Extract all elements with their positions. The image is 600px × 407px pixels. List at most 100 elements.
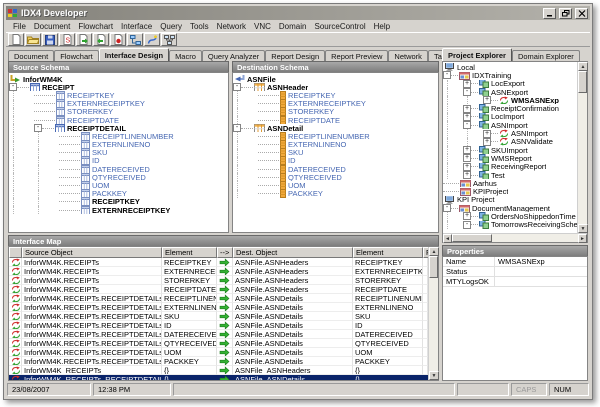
tree-item[interactable]: RECEIPTLINENUMBER xyxy=(9,132,228,140)
tree-item[interactable]: STORERKEY xyxy=(9,108,228,116)
expander-minus-icon[interactable]: - xyxy=(463,88,471,96)
expander-minus-icon[interactable]: - xyxy=(9,83,17,91)
expander-plus-icon[interactable]: + xyxy=(463,80,471,88)
expander-minus-icon[interactable]: - xyxy=(443,204,451,212)
tree-item[interactable]: -RECEIPT xyxy=(9,83,228,91)
expander-minus-icon[interactable]: - xyxy=(463,221,471,229)
expander-plus-icon[interactable]: + xyxy=(483,138,491,146)
expander-plus-icon[interactable]: + xyxy=(463,105,471,113)
menu-interface[interactable]: Interface xyxy=(117,22,156,31)
tree-item[interactable]: KPI Project xyxy=(443,196,577,204)
tree-item[interactable]: +LocExport xyxy=(443,80,577,88)
tab-flowchart[interactable]: Flowchart xyxy=(54,50,99,61)
menu-query[interactable]: Query xyxy=(156,22,186,31)
tree-item[interactable]: RECEIPTKEY xyxy=(233,91,438,99)
tab-network[interactable]: Network xyxy=(388,50,428,61)
expander-plus-icon[interactable]: + xyxy=(463,154,471,162)
tree-item[interactable]: ID xyxy=(9,157,228,165)
table-row[interactable]: InforWM4K.RECEIPTsSTORERKEYASNFile.ASNHe… xyxy=(9,276,428,285)
expander-plus-icon[interactable]: + xyxy=(483,96,491,104)
tree-item[interactable]: +LocImport xyxy=(443,113,577,121)
tree-item[interactable]: -ASNDetail xyxy=(233,124,438,132)
table-row[interactable]: InforWM4K.RECEIPTsEXTERNRECEIPTKEYASNFil… xyxy=(9,267,428,276)
column-header-[interactable]: --> xyxy=(217,247,233,258)
menu-file[interactable]: File xyxy=(9,22,30,31)
property-row[interactable]: MTYLogsOK xyxy=(443,277,587,287)
column-header-source-object[interactable]: Source Object xyxy=(22,247,162,258)
tree-item[interactable]: RECEIPTDATE xyxy=(233,116,438,124)
scroll-thumb[interactable] xyxy=(452,234,492,242)
menu-network[interactable]: Network xyxy=(213,22,250,31)
tree-item[interactable]: QTYRECEIVED xyxy=(233,173,438,181)
tree-item[interactable]: +WMSReport xyxy=(443,154,577,162)
tree-item[interactable]: +ASNImport xyxy=(443,129,577,137)
tree-item[interactable]: RECEIPTDATE xyxy=(9,116,228,124)
table-row[interactable]: InforWM4K.RECEIPTs.RECEIPTDETAILsEXTERNL… xyxy=(9,303,428,312)
expander-plus-icon[interactable]: + xyxy=(463,212,471,220)
tree-item[interactable]: RECEIPTLINENUMBER xyxy=(233,132,438,140)
tree-item[interactable]: DATERECEIVED xyxy=(9,165,228,173)
column-header-element[interactable]: Element xyxy=(353,247,423,258)
tab-macro[interactable]: Macro xyxy=(169,50,202,61)
tree-item[interactable]: -RECEIPTDETAIL xyxy=(9,124,228,132)
table-row[interactable]: InforWM4K.RECEIPTs.RECEIPTDETAILsPACKKEY… xyxy=(9,357,428,366)
close-button[interactable] xyxy=(575,8,588,19)
tree-item[interactable]: UOM xyxy=(233,181,438,189)
scroll-track[interactable] xyxy=(578,93,587,224)
map-vertical-scrollbar[interactable]: ▲ ▼ xyxy=(428,247,438,380)
tab-report-preview[interactable]: Report Preview xyxy=(325,50,388,61)
tree-item[interactable]: -ASNHeader xyxy=(233,83,438,91)
restore-button[interactable] xyxy=(559,8,572,19)
project-tree-horizontal-scrollbar[interactable]: ◄ ► xyxy=(443,233,587,242)
tree-item[interactable]: -IDXTraining xyxy=(443,71,577,79)
tree-item[interactable]: KPIProject xyxy=(443,187,577,195)
tree-item[interactable]: Local xyxy=(443,63,577,71)
tree-item[interactable]: RECEIPTKEY xyxy=(9,198,228,206)
save-button[interactable] xyxy=(42,33,58,46)
property-row[interactable]: Status xyxy=(443,267,587,277)
expander-plus-icon[interactable]: + xyxy=(463,171,471,179)
project-tree-vertical-scrollbar[interactable]: ▲ ▼ xyxy=(577,62,587,233)
tree-item[interactable]: +OrdersNoShippedonTime xyxy=(443,212,577,220)
document-error-button[interactable] xyxy=(110,33,126,46)
expander-plus-icon[interactable]: + xyxy=(463,163,471,171)
tree-item[interactable]: ASNFile xyxy=(233,75,438,83)
tab-project-explorer[interactable]: Project Explorer xyxy=(442,48,512,61)
tab-query-analyzer[interactable]: Query Analyzer xyxy=(202,50,265,61)
document-script-button[interactable]: S xyxy=(59,33,75,46)
menu-vnc[interactable]: VNC xyxy=(250,22,275,31)
scroll-up-icon[interactable]: ▲ xyxy=(578,62,588,71)
new-button[interactable] xyxy=(8,33,24,46)
tree-item[interactable]: EXTERNLINENO xyxy=(9,141,228,149)
tree-item[interactable]: InforWM4K xyxy=(9,75,228,83)
menu-tools[interactable]: Tools xyxy=(186,22,213,31)
property-value[interactable] xyxy=(495,277,587,286)
tree-item[interactable]: Aarhus xyxy=(443,179,577,187)
title-bar[interactable]: IDX4 Developer xyxy=(6,6,590,20)
table-row[interactable]: InforWM4K.RECEIPTs.RECEIPTDETAILsUOMASNF… xyxy=(9,348,428,357)
open-button[interactable] xyxy=(25,33,41,46)
scroll-right-icon[interactable]: ► xyxy=(578,234,587,243)
table-row[interactable]: InforWM4K.RECEIPTs.RECEIPTDETAILsSKUASNF… xyxy=(9,312,428,321)
scroll-track[interactable] xyxy=(429,278,438,371)
property-value[interactable] xyxy=(495,267,587,276)
scroll-track[interactable] xyxy=(492,234,578,242)
tree-item[interactable]: +ASNValidate xyxy=(443,138,577,146)
scroll-down-icon[interactable]: ▼ xyxy=(578,224,588,233)
menu-document[interactable]: Document xyxy=(30,22,74,31)
tree-item[interactable]: PACKKEY xyxy=(9,190,228,198)
menu-sourcecontrol[interactable]: SourceControl xyxy=(310,22,369,31)
table-row[interactable]: InforWM4K.RECEIPTsRECEIPTDATEASNFile.ASN… xyxy=(9,285,428,294)
property-row[interactable]: NameWMSASNExp xyxy=(443,257,587,267)
menu-domain[interactable]: Domain xyxy=(275,22,311,31)
expander-minus-icon[interactable]: - xyxy=(463,121,471,129)
property-value[interactable]: WMSASNExp xyxy=(495,257,587,266)
tree-item[interactable]: EXTERNLINENO xyxy=(233,141,438,149)
tree-item[interactable]: +Test xyxy=(443,171,577,179)
tree-item[interactable]: +ReceiptConfirmation xyxy=(443,104,577,112)
table-row[interactable]: InforWM4K.RECEIPTs.RECEIPTDETAILsRECEIPT… xyxy=(9,294,428,303)
scroll-thumb[interactable] xyxy=(578,71,587,93)
tree-item[interactable]: -DocumentManagement xyxy=(443,204,577,212)
tree-item[interactable]: EXTERNRECEIPTKEY xyxy=(233,100,438,108)
table-row[interactable]: InforWM4K.RECEIPTs.RECEIPTDETAILsDATEREC… xyxy=(9,330,428,339)
